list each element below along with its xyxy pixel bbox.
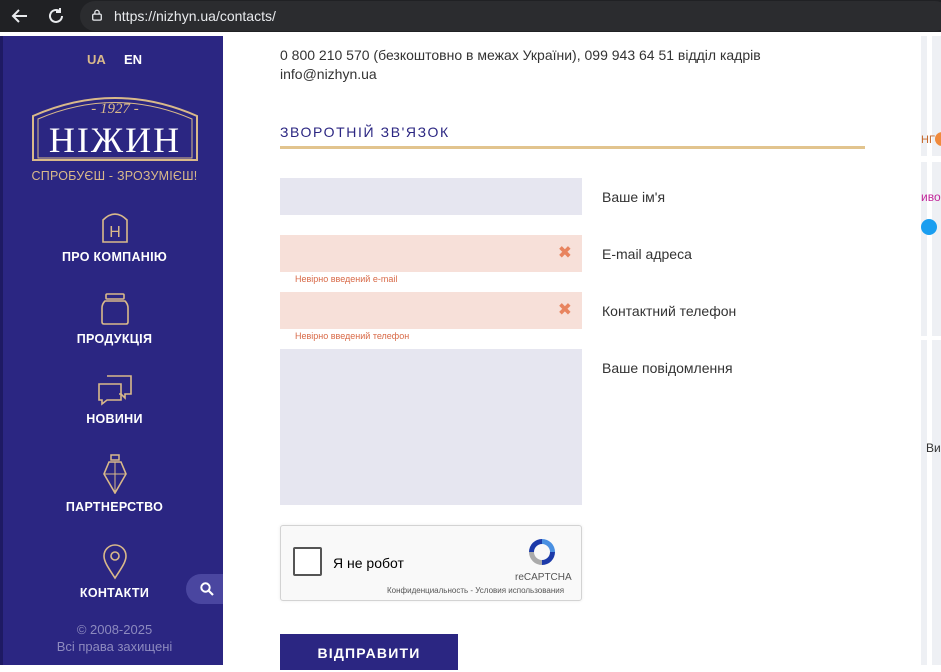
lang-en-link[interactable]: EN [124, 52, 142, 68]
recaptcha-checkbox[interactable] [293, 547, 322, 576]
phone-input[interactable]: ✖ [280, 292, 582, 329]
map-view[interactable]: НГ иво Ви [921, 36, 941, 665]
message-label: Ваше повідомлення [602, 360, 733, 376]
nav-label-partnership: ПАРТНЕРСТВО [65, 500, 164, 514]
jar-icon [100, 293, 129, 325]
reload-icon[interactable] [44, 4, 68, 28]
browser-toolbar: https://nizhyn.ua/contacts/ [0, 0, 941, 32]
recaptcha-label: Я не робот [333, 555, 404, 571]
logo-name: НІЖИН [49, 120, 181, 160]
error-x-icon: ✖ [557, 300, 572, 319]
handshake-icon [102, 454, 127, 494]
chat-bubbles-icon [97, 375, 132, 406]
recaptcha-logo-icon [529, 539, 555, 565]
phone-error-message: Невірно введений телефон [295, 331, 410, 341]
main-content: 0 800 210 570 (безкоштовно в межах Украї… [223, 36, 921, 670]
nav-item-products[interactable]: ПРОДУКЦІЯ [3, 292, 226, 346]
name-label: Ваше ім'я [602, 189, 666, 205]
sidebar: UA EN - 1927 - НІЖИН СПРОБУЄШ - ЗРОЗУМІЄ… [0, 36, 226, 665]
search-icon [200, 582, 214, 596]
email-label: E-mail адреса [602, 246, 692, 262]
phone-label: Контактний телефон [602, 303, 737, 319]
map-label-3: Ви [926, 441, 941, 455]
letter-h-icon: Н [101, 213, 128, 243]
url-text: https://nizhyn.ua/contacts/ [114, 8, 276, 24]
email-error-message: Невірно введений e-mail [295, 274, 398, 284]
recaptcha-brand: reCAPTCHA [515, 572, 572, 583]
feedback-title: ЗВОРОТНІЙ ЗВ'ЯЗОК [280, 124, 450, 140]
nav-label-about: ПРО КОМПАНІЮ [61, 250, 168, 264]
svg-text:Н: Н [109, 224, 121, 241]
tagline: СПРОБУЄШ - ЗРОЗУМІЄШ! [31, 169, 198, 183]
search-button[interactable] [186, 574, 226, 604]
copyright-rights: Всі права захищені [56, 639, 173, 654]
email-link[interactable]: info@nizhyn.ua [280, 66, 377, 83]
nav-item-partnership[interactable]: ПАРТНЕРСТВО [3, 454, 226, 514]
phone-line: 0 800 210 570 (безкоштовно в межах Украї… [280, 47, 761, 63]
map-label-2: иво [921, 190, 941, 204]
title-divider [280, 146, 865, 149]
message-textarea[interactable] [280, 349, 582, 505]
nav-label-products: ПРОДУКЦІЯ [76, 332, 153, 346]
logo-year: - 1927 - [91, 101, 139, 117]
map-label-1: НГ [921, 134, 935, 146]
map-road [927, 36, 932, 665]
location-pin-icon [102, 544, 127, 580]
recaptcha-links[interactable]: Конфиденциальность - Условия использован… [387, 586, 564, 595]
nizhyn-logo[interactable]: - 1927 - НІЖИН [29, 86, 201, 164]
map-marker-icon [935, 132, 941, 146]
copyright-years: © 2008-2025 [76, 622, 153, 637]
lang-ua-link[interactable]: UA [87, 52, 106, 68]
nav-label-news: НОВИНИ [86, 412, 143, 426]
error-x-icon: ✖ [557, 243, 572, 262]
recaptcha-widget: Я не робот reCAPTCHA Конфиденциальность … [280, 525, 582, 601]
lock-icon [92, 9, 102, 21]
map-shop-icon [921, 219, 937, 235]
email-input[interactable]: ✖ [280, 235, 582, 272]
copyright: © 2008-2025 Всі права захищені [3, 621, 226, 655]
back-arrow-icon[interactable] [8, 4, 32, 28]
nav-item-about[interactable]: Н ПРО КОМПАНІЮ [3, 210, 226, 264]
name-input[interactable] [280, 178, 582, 215]
map-road [921, 336, 941, 340]
address-bar[interactable]: https://nizhyn.ua/contacts/ [80, 1, 941, 31]
nav-item-news[interactable]: НОВИНИ [3, 374, 226, 426]
